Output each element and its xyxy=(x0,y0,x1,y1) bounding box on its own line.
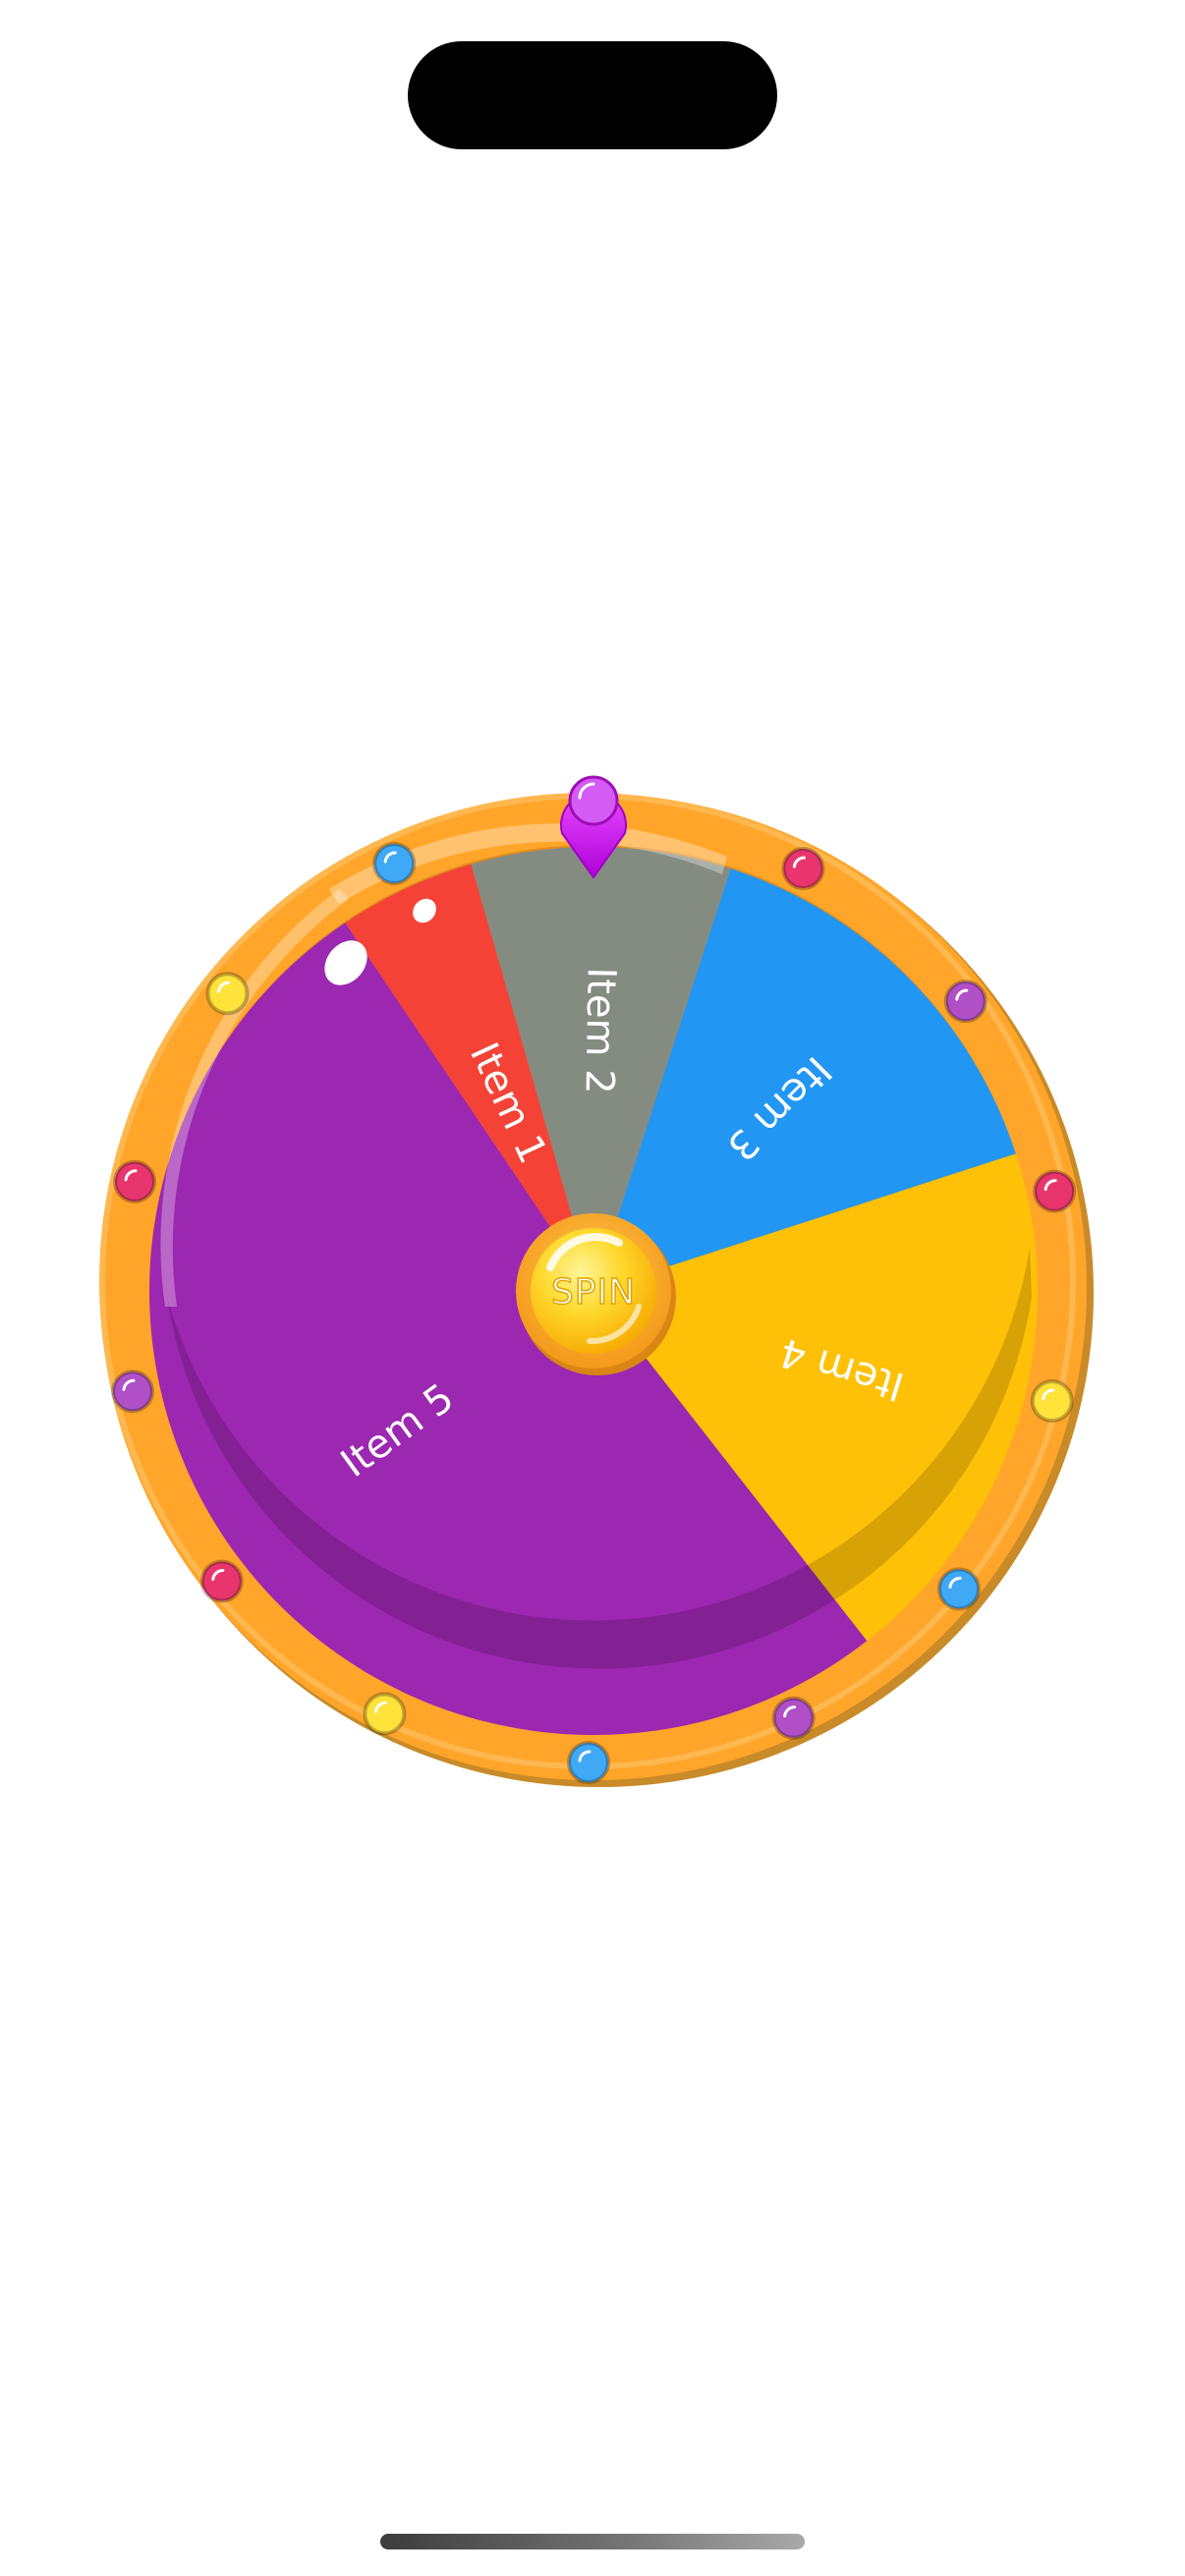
spin-button-label: SPIN xyxy=(551,1272,636,1313)
rim-bulb xyxy=(113,1159,157,1204)
spin-wheel[interactable]: Item 1Item 2Item 3Item 4Item 5 SPIN xyxy=(0,0,1185,2576)
rim-bulb xyxy=(566,1740,610,1784)
rim-bulb xyxy=(205,972,250,1016)
rim-bulb xyxy=(372,841,417,885)
rim-bulb xyxy=(1033,1169,1077,1213)
rim-bulb xyxy=(111,1370,155,1414)
rim-bulb xyxy=(771,1696,816,1740)
wheel-segment-label-2: Item 2 xyxy=(577,967,624,1094)
spin-wheel-area: Item 1 Item 2 Item 3 Item 4 Item 5 SPIN xyxy=(0,0,1185,2576)
app-screen: Item 1 Item 2 Item 3 Item 4 Item 5 SPIN xyxy=(0,0,1185,2576)
rim-bulb xyxy=(781,847,825,891)
rim-bulb xyxy=(363,1692,407,1736)
rim-bulb xyxy=(936,1567,981,1611)
rim-bulb xyxy=(199,1559,244,1603)
rim-bulb xyxy=(943,980,988,1024)
rim-bulb xyxy=(1030,1379,1074,1424)
home-indicator[interactable] xyxy=(380,2534,805,2549)
